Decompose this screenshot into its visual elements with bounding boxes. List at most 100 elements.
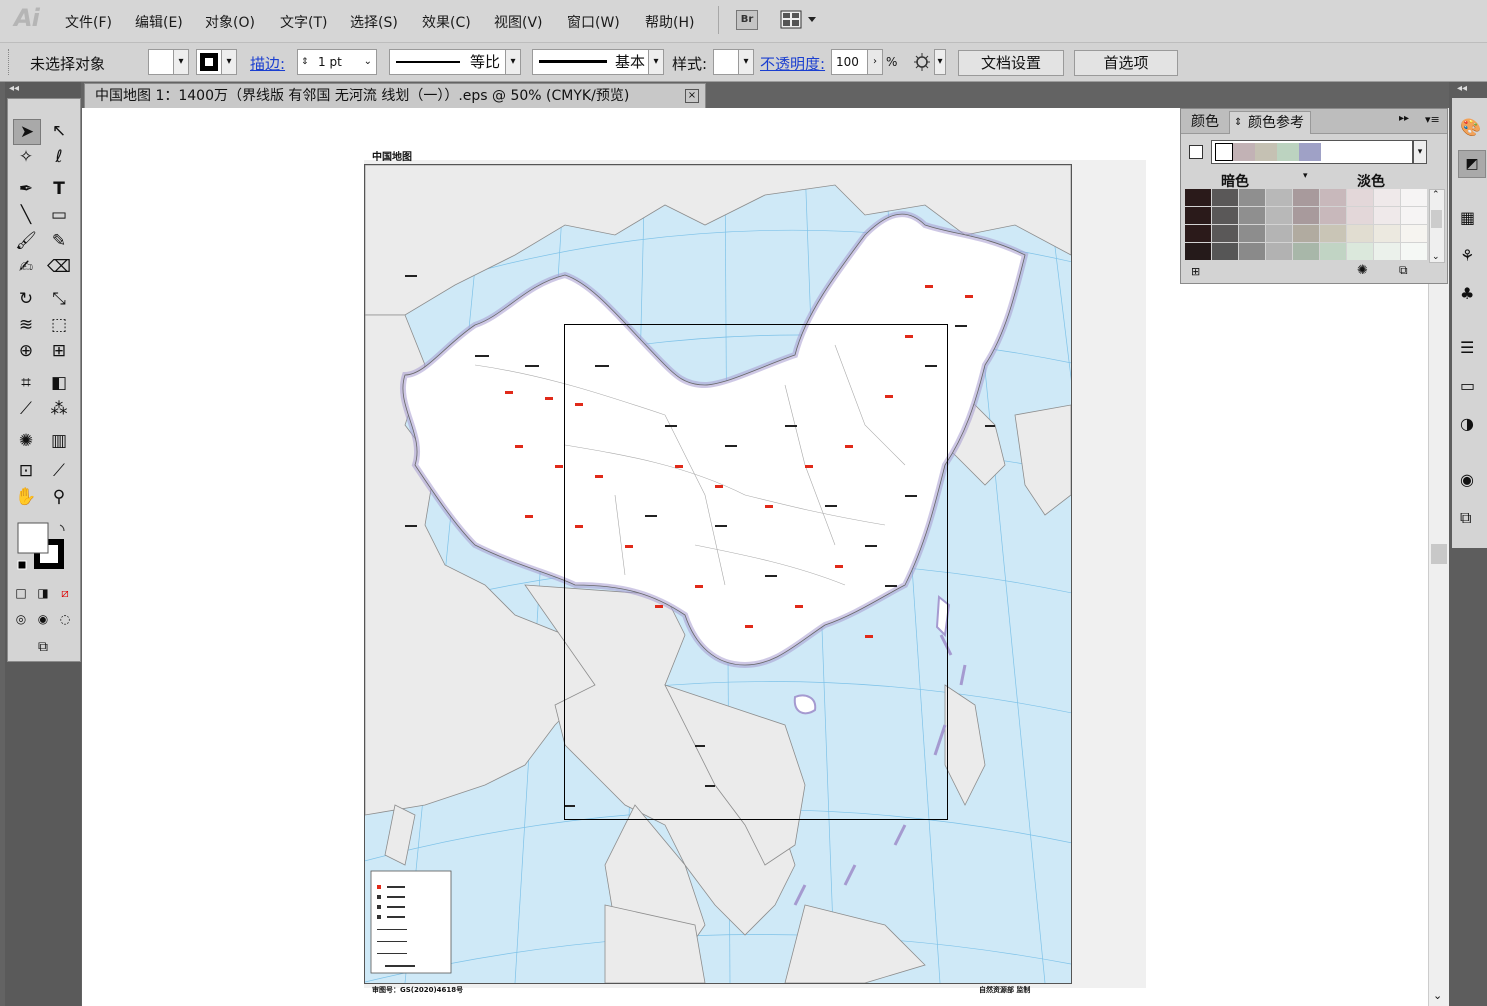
color-swatch[interactable] <box>1374 225 1401 243</box>
harmony-dropdown-icon[interactable]: ▾ <box>1413 140 1427 164</box>
scroll-down-arrow-icon[interactable]: ⌄ <box>1432 252 1440 262</box>
slice-tool-icon[interactable]: ⟋ <box>46 459 72 483</box>
style-dropdown-icon[interactable]: ▾ <box>738 49 754 75</box>
color-panel-icon[interactable]: 🎨 <box>1460 118 1481 138</box>
color-mode-icon[interactable]: □ <box>12 581 30 605</box>
rectangle-tool-icon[interactable]: ▭ <box>46 203 72 227</box>
color-swatch[interactable] <box>1374 189 1401 207</box>
color-swatch[interactable] <box>1185 189 1212 207</box>
opacity-panel-link[interactable]: 不透明度: <box>760 53 825 74</box>
collapse-panel-icon[interactable]: ▸▸ <box>1399 113 1409 124</box>
save-color-group-icon[interactable]: ⧉ <box>1399 263 1408 278</box>
rotate-tool-icon[interactable]: ↻ <box>13 287 39 311</box>
menu-type[interactable]: 文字(T) <box>280 12 327 32</box>
color-swatch[interactable] <box>1347 243 1374 261</box>
draw-behind-icon[interactable]: ◉ <box>34 607 52 631</box>
column-graph-tool-icon[interactable]: ▥ <box>46 429 72 453</box>
color-swatch[interactable] <box>1266 207 1293 225</box>
color-swatch[interactable] <box>1239 243 1266 261</box>
edit-colors-icon[interactable]: ✺ <box>1357 263 1368 278</box>
tab-color[interactable]: 颜色 <box>1185 111 1225 133</box>
color-swatch[interactable] <box>1293 243 1320 261</box>
shape-builder-tool-icon[interactable]: ⊕ <box>13 339 39 363</box>
recolor-artwork-icon[interactable] <box>912 51 934 73</box>
fill-swatch[interactable] <box>148 49 174 75</box>
chevron-down-icon[interactable]: ▾ <box>648 50 663 74</box>
menu-effect[interactable]: 效果(C) <box>422 12 471 32</box>
menu-object[interactable]: 对象(O) <box>205 12 255 32</box>
draw-normal-icon[interactable]: ◎ <box>12 607 30 631</box>
color-swatch[interactable] <box>1293 207 1320 225</box>
direct-selection-tool-icon[interactable]: ↖ <box>46 119 72 143</box>
color-swatch[interactable] <box>1212 207 1239 225</box>
tab-color-guide[interactable]: ⇕ 颜色参考 <box>1229 111 1311 134</box>
selection-tool-icon[interactable]: ➤ <box>13 119 41 145</box>
zoom-tool-icon[interactable]: ⚲ <box>46 485 72 509</box>
color-swatch[interactable] <box>1401 207 1428 225</box>
color-swatch[interactable] <box>1212 225 1239 243</box>
color-swatch[interactable] <box>1212 189 1239 207</box>
gradient-mode-icon[interactable]: ◨ <box>34 581 52 605</box>
magic-wand-tool-icon[interactable]: ✧ <box>13 145 39 169</box>
type-tool-icon[interactable]: T <box>46 177 72 201</box>
stepper-icon[interactable]: ⇕ <box>301 50 309 74</box>
color-guide-panel-icon[interactable]: ◩ <box>1458 150 1486 178</box>
eraser-tool-icon[interactable]: ⌫ <box>46 255 72 279</box>
color-swatch[interactable] <box>1401 225 1428 243</box>
color-swatch[interactable] <box>1212 243 1239 261</box>
preferences-button[interactable]: 首选项 <box>1074 50 1178 76</box>
expand-dock-icon[interactable]: ◂◂ <box>1457 83 1467 94</box>
panel-grip[interactable] <box>8 49 12 75</box>
color-swatch[interactable] <box>1374 207 1401 225</box>
stroke-swatch[interactable] <box>196 49 222 75</box>
gradient-tool-icon[interactable]: ◧ <box>46 371 72 395</box>
close-icon[interactable]: × <box>685 89 699 103</box>
symbol-sprayer-tool-icon[interactable]: ✺ <box>13 429 39 453</box>
scroll-thumb[interactable] <box>1431 544 1447 564</box>
variable-width-profile[interactable]: 等比 ▾ <box>389 49 521 75</box>
scroll-down-arrow-icon[interactable]: ⌄ <box>1433 989 1442 1002</box>
pen-tool-icon[interactable]: ✒ <box>13 177 39 201</box>
screen-mode-icon[interactable]: ⧉ <box>28 635 58 659</box>
opacity-field[interactable]: 100 <box>831 49 869 75</box>
document-tab[interactable]: 中国地图 1：1400万（界线版 有邻国 无河流 线划（一））.eps @ 50… <box>84 83 706 108</box>
brushes-panel-icon[interactable]: ⚘ <box>1460 246 1474 265</box>
menu-file[interactable]: 文件(F) <box>65 12 112 32</box>
chevron-down-icon[interactable]: ▾ <box>505 50 520 74</box>
workspace-switcher-icon[interactable] <box>780 9 820 31</box>
color-swatch[interactable] <box>1401 189 1428 207</box>
color-swatch[interactable] <box>1320 189 1347 207</box>
bridge-button[interactable]: Br <box>736 10 758 30</box>
mesh-tool-icon[interactable]: ⌗ <box>13 371 39 395</box>
color-swatch[interactable] <box>1293 189 1320 207</box>
color-swatch[interactable] <box>1185 243 1212 261</box>
gradient-panel-icon[interactable]: ▭ <box>1460 376 1475 395</box>
color-swatch[interactable] <box>1239 207 1266 225</box>
scroll-up-arrow-icon[interactable]: ⌃ <box>1432 190 1440 200</box>
free-transform-tool-icon[interactable]: ⬚ <box>46 313 72 337</box>
harmony-color-5[interactable] <box>1299 143 1321 161</box>
color-swatch[interactable] <box>1185 207 1212 225</box>
panel-menu-icon[interactable]: ▾≡ <box>1425 113 1440 126</box>
blend-tool-icon[interactable]: ⁂ <box>46 397 72 421</box>
color-swatch[interactable] <box>1239 189 1266 207</box>
color-swatch[interactable] <box>1401 243 1428 261</box>
color-swatch[interactable] <box>1347 207 1374 225</box>
collapse-toolbar-icon[interactable]: ◂◂ <box>9 83 19 94</box>
color-swatch[interactable] <box>1347 225 1374 243</box>
draw-inside-icon[interactable]: ◌ <box>56 607 74 631</box>
color-swatch[interactable] <box>1374 243 1401 261</box>
selection-rectangle[interactable] <box>564 324 948 820</box>
harmony-color-2[interactable] <box>1233 143 1255 161</box>
color-swatch[interactable] <box>1320 225 1347 243</box>
pencil-tool-icon[interactable]: ✎ <box>46 229 72 253</box>
stroke-weight-field[interactable]: ⇕ 1 pt ⌄ <box>297 49 377 75</box>
transparency-panel-icon[interactable]: ◑ <box>1460 414 1474 433</box>
harmony-color-1[interactable] <box>1215 143 1233 161</box>
chevron-down-icon[interactable]: ⌄ <box>364 50 372 74</box>
scale-tool-icon[interactable]: ⤡ <box>46 287 72 311</box>
graphic-styles-panel-icon[interactable]: ⧉ <box>1460 508 1471 528</box>
grid-scrollbar[interactable]: ⌃ ⌄ <box>1429 189 1445 263</box>
fill-stroke-indicator[interactable] <box>16 519 65 575</box>
menu-help[interactable]: 帮助(H) <box>645 12 694 32</box>
